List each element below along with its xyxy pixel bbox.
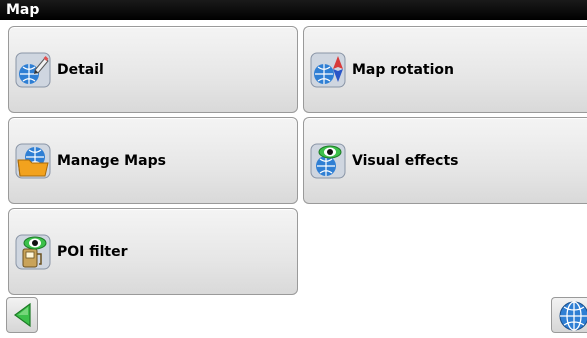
visual-effects-button[interactable]: Visual effects [303, 117, 587, 204]
page-title: Map [0, 0, 587, 20]
tile-label-detail: Detail [57, 61, 104, 78]
back-arrow-icon [13, 302, 31, 328]
poi-filter-button[interactable]: POI filter [8, 208, 298, 295]
globe-button[interactable] [551, 297, 587, 333]
tile-label-poi-filter: POI filter [57, 243, 128, 260]
manage-maps-button[interactable]: Manage Maps [8, 117, 298, 204]
poi-filter-icon [15, 234, 51, 269]
globe-icon [559, 301, 587, 331]
back-button[interactable] [6, 297, 38, 333]
map-rotation-button[interactable]: Map rotation [303, 26, 587, 113]
visual-effects-icon [310, 143, 346, 178]
map-rotation-icon [310, 52, 346, 87]
manage-maps-icon [15, 143, 51, 178]
detail-button[interactable]: Detail [8, 26, 298, 113]
detail-icon [15, 52, 51, 87]
tile-label-visual-effects: Visual effects [352, 152, 459, 169]
tile-label-map-rotation: Map rotation [352, 61, 455, 78]
bottom-bar [0, 296, 587, 338]
tile-label-manage-maps: Manage Maps [57, 152, 166, 169]
